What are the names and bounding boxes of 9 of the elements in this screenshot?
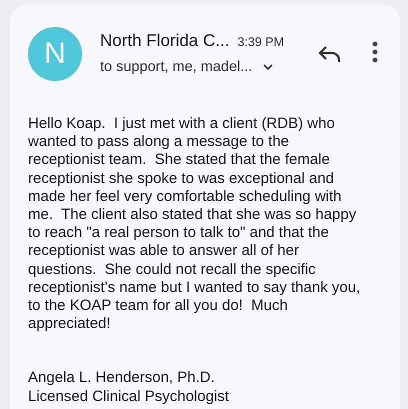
- sender-name: North Florida C...: [100, 31, 230, 51]
- email-time: 3:39 PM: [237, 35, 284, 49]
- signature-line: Angela L. Henderson, Ph.D.: [28, 369, 215, 388]
- recipients-text[interactable]: to support, me, madel...: [100, 59, 252, 75]
- signature-line: Licensed Clinical Psychologist: [28, 388, 229, 406]
- email-body: Hello Koap. I just met with a client (RDB) who wanted to pass along a message to the receptionist team. She stated that the female receptionist she spoke to was exceptional and made her feel very comfortable scheduling with me. The client also stated that she was so happy to reach "a real person to talk to" and that the receptionist was able to answer all of her questions. She could not recall the specific receptionist's name but I wanted to say thank you, to the KOAP team for all you do! Much appreciated!: [28, 115, 362, 334]
- expand-chevron-icon[interactable]: [262, 63, 274, 71]
- more-options-icon[interactable]: [372, 41, 378, 63]
- reply-icon[interactable]: [318, 45, 342, 63]
